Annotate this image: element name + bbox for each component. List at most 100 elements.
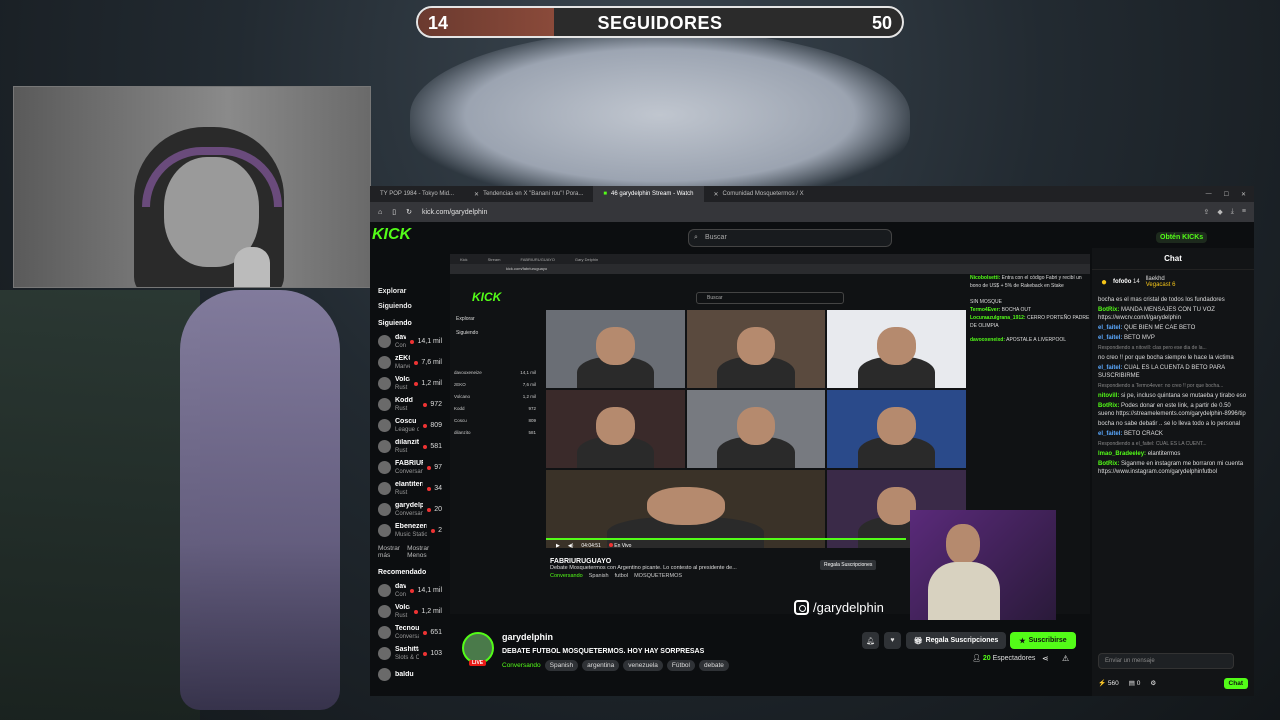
sidebar-channel-item[interactable]: Kodd Rust 972 — [334, 394, 446, 415]
viewer-count: 1,2 mil — [414, 380, 442, 387]
tab-bar: TY POP 1984 - Tokyo Mid... ✕ Tendencias e… — [370, 186, 1254, 202]
window-controls[interactable]: — ☐ ✕ — [1206, 191, 1254, 198]
viewer-count: 14,1 mil — [410, 338, 442, 345]
browser-tab[interactable]: ✕ Comunidad Mosquetermos / X — [704, 186, 814, 202]
gift-subs-button[interactable]: 🎁︎ Regala Suscripciones — [906, 632, 1006, 649]
avatar — [378, 461, 391, 474]
chat-username: el_faitel: — [1098, 431, 1123, 437]
category-link[interactable]: Conversando — [502, 660, 541, 671]
sidebar-channel-item[interactable]: zEKOMarvel Rivals7,6 mil — [334, 352, 446, 373]
channel-name: FABRIURUGUAYO — [395, 459, 423, 467]
viewer-count: 34 — [427, 485, 442, 492]
tag[interactable]: venezuela — [623, 660, 663, 671]
tag[interactable]: argentina — [582, 660, 620, 671]
viewer-count: 20 — [427, 506, 442, 513]
sidebar-channel-item[interactable]: Tecnouniversit...Conversando651 — [334, 622, 446, 643]
channel-category: Conversando — [395, 510, 424, 517]
browser-tab[interactable]: TY POP 1984 - Tokyo Mid... — [370, 186, 464, 202]
chat-input[interactable]: Enviar un mensaje — [1098, 653, 1234, 669]
viewer-count: 651 — [423, 629, 442, 636]
tag[interactable]: Fútbol — [666, 660, 695, 671]
sidebar-item-following[interactable]: Siguiendo — [334, 299, 446, 314]
channel-category: Marvel Rivals — [395, 363, 411, 370]
avatar — [378, 482, 391, 495]
channel-name: Kodd — [395, 396, 413, 404]
reload-icon[interactable]: ↻ — [406, 208, 412, 216]
get-kicks-button[interactable]: Obtén KICKs — [1156, 232, 1208, 243]
play-icon[interactable]: ▶ — [556, 543, 560, 549]
channel-name: garydelphin — [395, 501, 424, 509]
url-field[interactable]: kick.com/garydelphin — [422, 209, 487, 216]
report-icon[interactable]: ⚠ — [1062, 654, 1069, 663]
channel-name[interactable]: garydelphin — [502, 632, 553, 642]
nested-sidebar-item: dilanzito 581 — [454, 429, 536, 435]
notifications-button[interactable]: 🔔︎ — [862, 632, 879, 649]
sidebar-channel-item[interactable]: garydelphinConversando20 — [334, 499, 446, 520]
bookmark-icon[interactable]: ▯ — [392, 208, 396, 216]
recommended-header: Recomendado — [378, 569, 427, 576]
sidebar-channel-item[interactable]: VolcanoRust 1,2 mil — [334, 601, 446, 622]
search-input[interactable]: ⌕ Buscar — [688, 229, 892, 247]
sidebar-channel-item[interactable]: elantitermosRust 34 — [334, 478, 446, 499]
sidebar: Explorar Siguiendo Siguiendo davooxeneiz… — [334, 284, 446, 685]
viewer-count: 1,2 mil — [414, 608, 442, 615]
channel-category: Rust — [395, 447, 408, 454]
nested-stream-title: Debate Mosquetermos con Argentino picant… — [550, 565, 737, 571]
sidebar-channel-item[interactable]: davooxeneizeConversando14,1 mil — [334, 331, 446, 352]
share-icon[interactable]: ⋖ — [1042, 654, 1049, 663]
toolbar-icons[interactable]: ⇪ ◆ ⤓ ≡ — [1204, 208, 1246, 216]
subscribe-button[interactable]: ★ Suscribirse — [1010, 632, 1076, 649]
channel-category: Conversando — [395, 591, 407, 598]
sidebar-channel-item[interactable]: CoscuLeague of Legends809 — [334, 415, 446, 436]
guest-webcam — [910, 510, 1056, 620]
sidebar-channel-item[interactable]: EbenezermdaMusic Stations2 — [334, 520, 446, 541]
chat-send-button[interactable]: Chat — [1223, 677, 1248, 689]
chat-message: Respondiendo a nitovill: clas pero ese d… — [1098, 345, 1207, 351]
kick-icon: ■ — [603, 191, 608, 197]
video-participant — [546, 390, 685, 468]
browser-tab-active[interactable]: ■ 46 garydelphin Stream - Watch — [593, 186, 704, 202]
volume-icon[interactable]: ◀) — [568, 543, 574, 549]
address-bar[interactable]: ⌂ ▯ ↻ kick.com/garydelphin ⇪ ◆ ⤓ ≡ — [370, 202, 1254, 222]
sidebar-channel-item[interactable]: baldu — [334, 664, 446, 685]
player-controls[interactable]: ▶ ◀) 04:04:51 En Vivo — [546, 540, 906, 552]
stream-title: DEBATE FUTBOL MOSQUETERMOS. HOY HAY SORP… — [502, 648, 705, 655]
tag[interactable]: debate — [699, 660, 729, 671]
nested-kick-logo: KICK — [472, 290, 502, 304]
browser-tab[interactable]: ✕ Tendencias en X "Banani rou"! Pora... — [464, 186, 593, 202]
nested-streamer-name: FABRIURUGUAYO — [550, 558, 612, 565]
sidebar-channel-item[interactable]: SashittaaSlots & Casino103 — [334, 643, 446, 664]
video-participant — [686, 390, 826, 468]
other-counter[interactable]: ▤ 0 — [1129, 679, 1141, 687]
channel-name: Tecnouniversit... — [395, 624, 420, 632]
download-icon: ⤓ — [1230, 208, 1234, 215]
follow-button[interactable]: ♥ — [884, 632, 901, 649]
sidebar-channel-item[interactable]: davooxeneizeConversando14,1 mil — [334, 580, 446, 601]
following-header: Siguiendo — [378, 320, 412, 327]
kick-logo[interactable]: KICK — [370, 226, 411, 244]
x-icon: ✕ — [713, 191, 719, 198]
nested-gift-button: Regala Suscripciones — [820, 560, 877, 570]
video-participant — [827, 390, 966, 468]
chat-message: el_faitel: CUAL ES LA CUENTA D BETO PARA… — [1098, 365, 1225, 379]
video-time: 04:04:51 — [581, 543, 601, 549]
chat-message: BotRix: MANDA MENSAJES CON TU VOZ https:… — [1098, 307, 1215, 321]
settings-icon[interactable]: ⚙ — [1150, 679, 1156, 687]
points-counter[interactable]: ⚡ 560 — [1098, 679, 1119, 687]
sidebar-item-explore[interactable]: Explorar — [334, 284, 446, 299]
sidebar-channel-item[interactable]: dilanzitoRust 581 — [334, 436, 446, 457]
tag[interactable]: Spanish — [544, 660, 579, 671]
channel-category: Conversando — [395, 633, 420, 640]
show-more-link[interactable]: Mostrar más — [378, 545, 407, 559]
sidebar-channel-item[interactable]: VolcanoRust 1,2 mil — [334, 373, 446, 394]
home-icon[interactable]: ⌂ — [378, 209, 382, 216]
video-participant — [827, 310, 966, 388]
show-less-link[interactable]: Mostrar Menos — [407, 545, 442, 559]
chat-message: no creo !! por que bocha siempre le hace… — [1098, 355, 1234, 361]
search-icon: ⌕ — [694, 234, 698, 241]
bell-icon: 🔔︎ — [866, 637, 875, 645]
chat-username: BotRix: — [1098, 307, 1120, 313]
stream-tags: Conversando Spanish argentina venezuela … — [502, 660, 729, 671]
coin-icon: ● — [1101, 276, 1108, 288]
sidebar-channel-item[interactable]: FABRIURUGUAYOConversando97 — [334, 457, 446, 478]
